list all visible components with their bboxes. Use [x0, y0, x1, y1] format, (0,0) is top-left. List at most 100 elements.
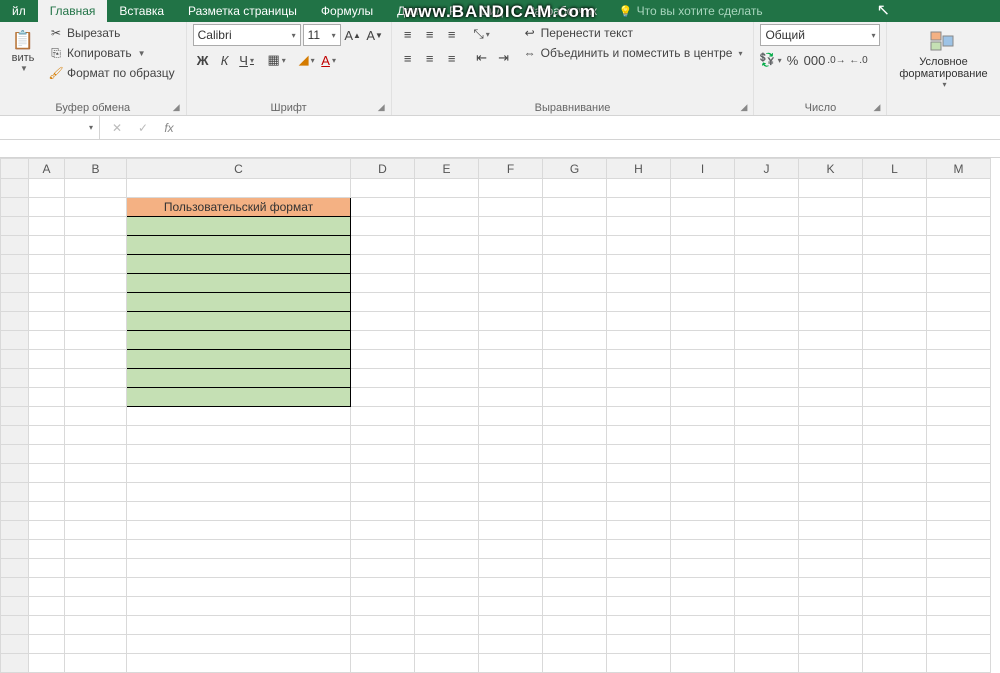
row-header[interactable]	[1, 369, 29, 388]
cell[interactable]	[671, 445, 735, 464]
cell[interactable]	[671, 635, 735, 654]
cell[interactable]	[735, 483, 799, 502]
cell[interactable]	[479, 407, 543, 426]
cell[interactable]	[735, 502, 799, 521]
cell[interactable]	[543, 293, 607, 312]
accept-formula-button[interactable]: ✓	[134, 119, 152, 137]
cell[interactable]	[735, 179, 799, 198]
wrap-text-button[interactable]: ↩ Перенести текст	[518, 24, 748, 42]
cell[interactable]	[607, 578, 671, 597]
cell[interactable]	[29, 369, 65, 388]
cell[interactable]	[351, 464, 415, 483]
cell[interactable]	[65, 312, 127, 331]
tab-view[interactable]: Вид	[469, 0, 515, 22]
cell[interactable]	[127, 217, 351, 236]
cell[interactable]	[799, 331, 863, 350]
cell[interactable]	[799, 369, 863, 388]
cell[interactable]	[415, 407, 479, 426]
cell[interactable]	[927, 255, 991, 274]
cell[interactable]	[543, 578, 607, 597]
row-header[interactable]	[1, 217, 29, 236]
cell[interactable]	[671, 502, 735, 521]
tab-data[interactable]: Данн	[385, 0, 437, 22]
cell[interactable]	[671, 426, 735, 445]
cell[interactable]	[863, 255, 927, 274]
cell[interactable]	[927, 369, 991, 388]
grid-table[interactable]: A B C D E F G H I J K L M Пользовательск…	[0, 158, 991, 673]
conditional-formatting-button[interactable]: Условное форматирование ▾	[893, 24, 993, 93]
cell[interactable]	[799, 312, 863, 331]
cell[interactable]	[415, 217, 479, 236]
cell[interactable]	[543, 331, 607, 350]
cell[interactable]	[29, 616, 65, 635]
cell[interactable]	[543, 236, 607, 255]
cell[interactable]	[863, 445, 927, 464]
row-header[interactable]	[1, 350, 29, 369]
cell[interactable]	[671, 350, 735, 369]
cell[interactable]	[415, 369, 479, 388]
cell[interactable]	[479, 597, 543, 616]
cell[interactable]	[351, 616, 415, 635]
cell[interactable]	[29, 179, 65, 198]
cell[interactable]	[927, 445, 991, 464]
cell[interactable]	[671, 464, 735, 483]
cell[interactable]	[415, 426, 479, 445]
cell[interactable]	[65, 217, 127, 236]
cell[interactable]	[65, 255, 127, 274]
cell[interactable]	[735, 293, 799, 312]
column-header[interactable]: J	[735, 159, 799, 179]
cell[interactable]	[415, 502, 479, 521]
cell[interactable]	[607, 521, 671, 540]
cell[interactable]	[351, 198, 415, 217]
cell[interactable]	[479, 502, 543, 521]
orientation-button[interactable]: ⤡▾	[472, 24, 492, 44]
cell[interactable]	[127, 255, 351, 274]
cell[interactable]	[863, 293, 927, 312]
cell[interactable]	[671, 255, 735, 274]
cell[interactable]	[65, 407, 127, 426]
cell[interactable]	[65, 274, 127, 293]
cell[interactable]	[127, 464, 351, 483]
cell[interactable]	[927, 597, 991, 616]
cell[interactable]	[415, 255, 479, 274]
cell[interactable]	[415, 635, 479, 654]
cell[interactable]	[607, 236, 671, 255]
cell[interactable]	[543, 217, 607, 236]
cell[interactable]	[863, 198, 927, 217]
tab-review[interactable]: Р	[437, 0, 469, 22]
cell[interactable]	[479, 217, 543, 236]
cell[interactable]	[127, 331, 351, 350]
cell[interactable]	[479, 255, 543, 274]
cell[interactable]	[671, 217, 735, 236]
cell[interactable]	[607, 331, 671, 350]
column-header[interactable]: F	[479, 159, 543, 179]
cell[interactable]	[671, 331, 735, 350]
cell[interactable]	[415, 578, 479, 597]
row-header[interactable]	[1, 331, 29, 350]
column-header[interactable]: C	[127, 159, 351, 179]
cell[interactable]	[927, 521, 991, 540]
cell[interactable]	[29, 540, 65, 559]
cell[interactable]	[543, 540, 607, 559]
cell[interactable]	[479, 388, 543, 407]
cell[interactable]	[735, 255, 799, 274]
cell[interactable]	[65, 293, 127, 312]
cell[interactable]	[799, 426, 863, 445]
cell[interactable]	[415, 293, 479, 312]
select-all-corner[interactable]	[1, 159, 29, 179]
cell[interactable]	[927, 236, 991, 255]
percent-button[interactable]: %	[782, 50, 802, 70]
cell[interactable]	[735, 198, 799, 217]
row-header[interactable]	[1, 464, 29, 483]
decrease-font-button[interactable]: A▼	[365, 25, 385, 45]
cell[interactable]	[127, 236, 351, 255]
cell[interactable]	[65, 483, 127, 502]
tab-formulas[interactable]: Формулы	[309, 0, 385, 22]
cell[interactable]	[607, 407, 671, 426]
cell[interactable]	[415, 331, 479, 350]
tab-insert[interactable]: Вставка	[107, 0, 176, 22]
cell[interactable]	[29, 350, 65, 369]
cell[interactable]	[65, 388, 127, 407]
cell[interactable]	[351, 502, 415, 521]
cell[interactable]	[863, 217, 927, 236]
